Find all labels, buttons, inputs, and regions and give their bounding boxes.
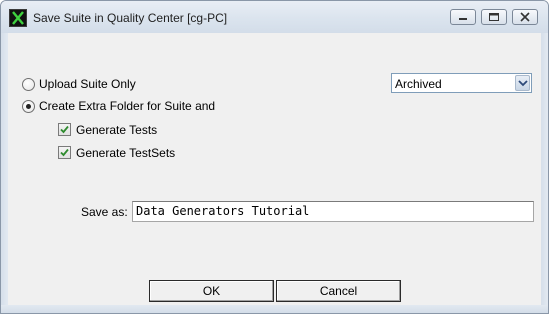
minimize-icon: [459, 18, 467, 20]
close-icon: [520, 12, 530, 22]
status-dropdown[interactable]: Archived: [391, 73, 532, 93]
upload-suite-only-label[interactable]: Upload Suite Only: [39, 77, 136, 91]
close-button[interactable]: [512, 9, 538, 25]
create-extra-folder-label[interactable]: Create Extra Folder for Suite and: [39, 99, 215, 113]
save-suite-dialog: Save Suite in Quality Center [cg-PC] Upl…: [0, 0, 549, 314]
cancel-button[interactable]: Cancel: [276, 280, 401, 302]
app-logo-icon: [9, 9, 27, 27]
save-as-label: Save as:: [81, 205, 128, 219]
generate-testsets-checkbox[interactable]: [58, 146, 71, 159]
create-extra-folder-radio[interactable]: [22, 100, 35, 113]
maximize-button[interactable]: [481, 9, 507, 25]
status-dropdown-value: Archived: [395, 77, 442, 91]
chevron-down-icon: [518, 80, 528, 87]
minimize-button[interactable]: [450, 9, 476, 25]
save-as-input[interactable]: Data Generators Tutorial: [132, 201, 534, 222]
check-mark-icon: [60, 148, 69, 157]
ok-button[interactable]: OK: [149, 280, 274, 302]
dialog-body: Upload Suite Only Create Extra Folder fo…: [8, 33, 541, 305]
generate-tests-checkbox[interactable]: [58, 123, 71, 136]
generate-testsets-label[interactable]: Generate TestSets: [76, 146, 175, 160]
upload-suite-only-radio[interactable]: [22, 78, 35, 91]
dropdown-arrow-button[interactable]: [515, 75, 530, 91]
window-title: Save Suite in Quality Center [cg-PC]: [33, 11, 228, 25]
title-bar[interactable]: Save Suite in Quality Center [cg-PC]: [1, 1, 548, 33]
maximize-icon: [489, 13, 499, 21]
window-frame-right: [541, 33, 548, 313]
generate-tests-label[interactable]: Generate Tests: [76, 123, 157, 137]
window-frame-bottom: [1, 305, 548, 313]
window-frame-left: [1, 33, 8, 313]
check-mark-icon: [60, 125, 69, 134]
